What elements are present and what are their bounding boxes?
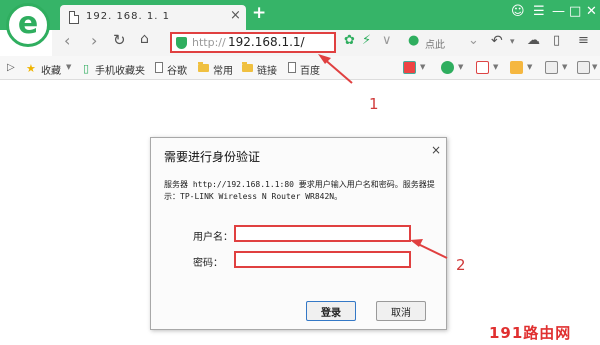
watermark: 191路由网	[489, 324, 572, 342]
annotation-arrows	[318, 54, 448, 259]
arrow-to-login-fields	[410, 239, 448, 259]
step-2-label: 2	[456, 256, 466, 274]
step-1-label: 1	[369, 95, 379, 113]
arrow-to-address-bar	[318, 54, 353, 84]
